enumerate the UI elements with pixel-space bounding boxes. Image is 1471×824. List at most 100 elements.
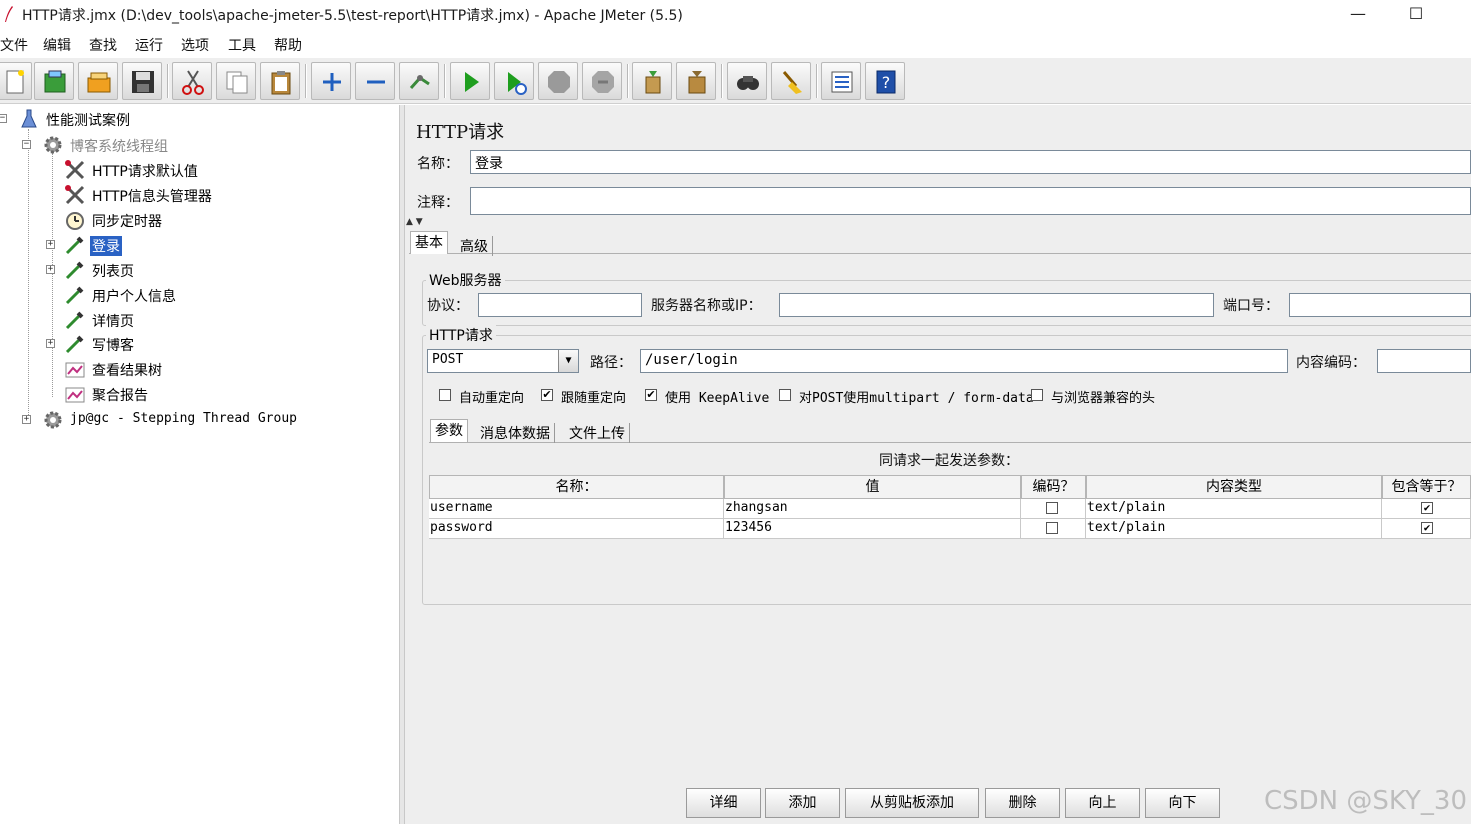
add-from-clipboard-button[interactable]: 从剪贴板添加 (845, 788, 979, 818)
web-server-group-title: Web服务器 (426, 270, 505, 290)
tab-parameters[interactable]: 参数 (430, 419, 468, 442)
save-button[interactable] (122, 62, 162, 100)
jmeter-feather-icon (5, 6, 13, 22)
new-button[interactable] (0, 62, 32, 100)
start-no-pause-button[interactable] (494, 62, 534, 100)
method-select[interactable]: POST ▼ (427, 349, 579, 373)
keepalive-label: 使用 KeepAlive (665, 391, 770, 406)
move-up-button[interactable]: 向上 (1065, 788, 1140, 818)
menu-file[interactable]: 文件 (0, 35, 28, 55)
collapse-all-button[interactable] (355, 62, 395, 100)
search-button[interactable] (727, 62, 767, 100)
stop-button[interactable] (538, 62, 578, 100)
param-encode-cell[interactable] (1021, 519, 1086, 539)
cut-button[interactable] (172, 62, 212, 100)
templates-button[interactable] (34, 62, 74, 100)
param-name-cell[interactable]: password (429, 519, 724, 539)
maximize-button[interactable]: ☐ (1396, 2, 1436, 28)
port-input[interactable] (1289, 293, 1471, 317)
expand-expander[interactable]: + (22, 415, 31, 424)
param-name-cell[interactable]: username (429, 499, 724, 519)
page-title: HTTP请求 (416, 122, 505, 143)
follow-redirect-label: 跟随重定向 (561, 391, 627, 406)
param-encode-cell[interactable] (1021, 499, 1086, 519)
param-include-equals-cell[interactable]: ✔ (1382, 499, 1471, 519)
minimize-button[interactable]: — (1338, 2, 1378, 28)
chevron-down-icon[interactable]: ▼ (558, 350, 578, 372)
tab-advanced[interactable]: 高级 (456, 236, 493, 256)
delete-button[interactable]: 删除 (985, 788, 1060, 818)
open-button[interactable] (78, 62, 118, 100)
encoding-input[interactable] (1377, 349, 1471, 373)
add-button[interactable]: 添加 (765, 788, 840, 818)
function-helper-button[interactable] (821, 62, 861, 100)
column-header-encode[interactable]: 编码？ (1021, 475, 1086, 499)
reset-search-button[interactable] (771, 62, 811, 100)
http-request-group (422, 335, 1471, 605)
toggle-button[interactable] (399, 62, 439, 100)
wrench-icon (65, 185, 85, 205)
auto-redirect-checkbox[interactable] (439, 389, 451, 401)
follow-redirect-checkbox[interactable]: ✔ (541, 389, 553, 401)
shutdown-button[interactable] (582, 62, 622, 100)
auto-redirect-label: 自动重定向 (459, 391, 525, 406)
paste-button[interactable] (260, 62, 300, 100)
clear-all-icon (688, 71, 706, 94)
name-input[interactable]: 登录 (470, 150, 1471, 174)
shutdown-icon (592, 71, 614, 93)
http-request-panel: HTTP请求 名称： 登录 注释： ▲ ▼ 基本 高级 Web服务器 协议： 服… (405, 105, 1471, 824)
toolbar-separator (305, 64, 307, 98)
clear-all-button[interactable] (676, 62, 716, 100)
param-value-cell[interactable]: zhangsan (724, 499, 1021, 519)
include-equals-checkbox[interactable]: ✔ (1421, 502, 1433, 514)
detail-button[interactable]: 详细 (686, 788, 761, 818)
tab-basic[interactable]: 基本 (410, 231, 448, 254)
column-header-name[interactable]: 名称： (429, 475, 724, 499)
comment-input[interactable] (470, 187, 1471, 215)
tab-file-upload[interactable]: 文件上传 (565, 423, 630, 443)
browser-headers-checkbox[interactable] (1031, 389, 1043, 401)
menu-search[interactable]: 查找 (89, 35, 117, 55)
menu-tools[interactable]: 工具 (228, 35, 256, 55)
clear-icon (645, 71, 661, 94)
tab-body-data[interactable]: 消息体数据 (476, 423, 555, 443)
menu-options[interactable]: 选项 (181, 35, 209, 55)
server-input[interactable] (779, 293, 1214, 317)
column-header-content-type[interactable]: 内容类型 (1086, 475, 1382, 499)
path-input[interactable]: /user/login (640, 349, 1288, 373)
keepalive-checkbox[interactable]: ✔ (645, 389, 657, 401)
move-down-button[interactable]: 向下 (1145, 788, 1220, 818)
graph-icon (65, 362, 85, 378)
expand-expander[interactable]: + (46, 240, 55, 249)
expand-expander[interactable]: + (46, 265, 55, 274)
copy-button[interactable] (216, 62, 256, 100)
collapse-expander[interactable]: − (22, 140, 31, 149)
param-content-type-cell[interactable]: text/plain (1086, 499, 1382, 519)
pipette-icon (65, 261, 84, 280)
param-value-cell[interactable]: 123456 (724, 519, 1021, 539)
encode-checkbox[interactable] (1046, 522, 1058, 534)
encode-checkbox[interactable] (1046, 502, 1058, 514)
tab-underline (409, 253, 1471, 254)
protocol-input[interactable] (478, 293, 642, 317)
help-button[interactable]: ? (865, 62, 905, 100)
menu-run[interactable]: 运行 (135, 35, 163, 55)
divider-arrows[interactable]: ▲ ▼ (406, 217, 423, 227)
param-include-equals-cell[interactable]: ✔ (1382, 519, 1471, 539)
expand-all-button[interactable] (311, 62, 351, 100)
multipart-checkbox[interactable] (779, 389, 791, 401)
clear-button[interactable] (632, 62, 672, 100)
param-content-type-cell[interactable]: text/plain (1086, 519, 1382, 539)
open-icon (87, 72, 111, 93)
wrench-icon (65, 160, 85, 180)
tree-guide (52, 153, 53, 397)
collapse-expander[interactable]: − (0, 114, 7, 123)
include-equals-checkbox[interactable]: ✔ (1421, 522, 1433, 534)
column-header-value[interactable]: 值 (724, 475, 1021, 499)
column-header-include-equals[interactable]: 包含等于？ (1382, 475, 1471, 499)
gear-icon (44, 136, 62, 154)
menu-help[interactable]: 帮助 (274, 35, 302, 55)
menu-edit[interactable]: 编辑 (43, 35, 71, 55)
start-button[interactable] (450, 62, 490, 100)
expand-expander[interactable]: + (46, 339, 55, 348)
